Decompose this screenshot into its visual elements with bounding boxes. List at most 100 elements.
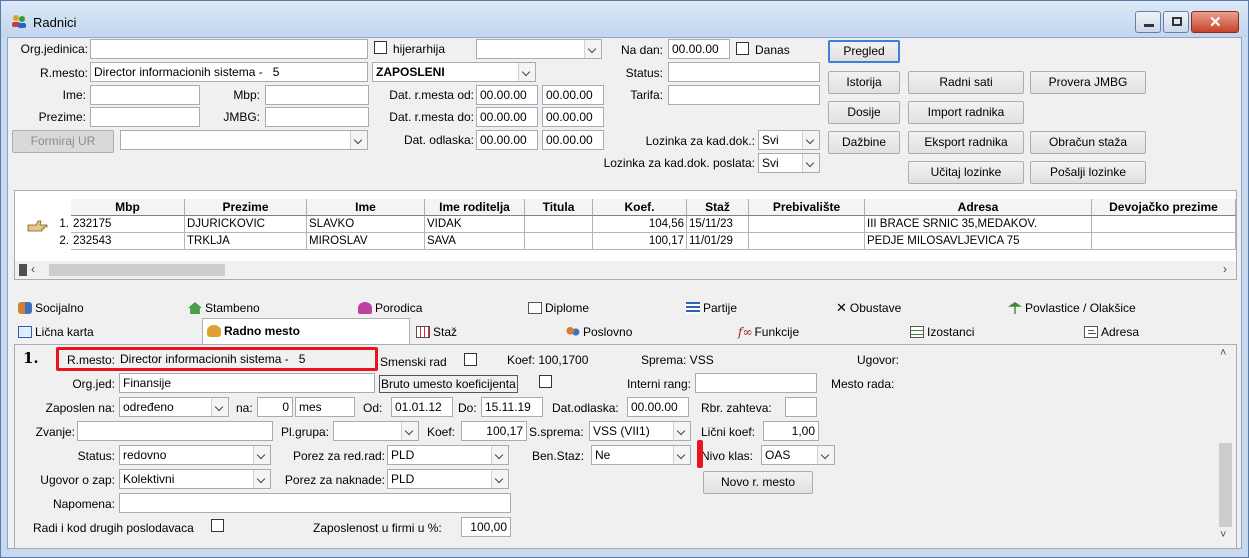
novo-rmesto-button[interactable]: Novo r. mesto [703, 471, 813, 494]
tab-partije[interactable]: Partije [682, 297, 828, 319]
radi-drugih-checkbox[interactable] [211, 519, 224, 532]
interni-rang-input[interactable] [695, 373, 817, 393]
eksport-radnika-button[interactable]: Eksport radnika [908, 131, 1024, 154]
org-jedinica-input[interactable] [90, 39, 368, 59]
prezime-input[interactable] [90, 107, 200, 127]
tab-izostanci[interactable]: Izostanci [906, 321, 1074, 343]
maximize-button[interactable] [1163, 11, 1189, 33]
radni-sati-button[interactable]: Radni sati [908, 71, 1024, 94]
dat-rmesta-do-to[interactable]: 00.00.00 [542, 107, 604, 127]
mbp-input[interactable] [265, 85, 369, 105]
hijerarhija-checkbox[interactable] [374, 41, 387, 54]
cell-ime-roditelja[interactable]: SAVA [425, 233, 525, 250]
col-header-koef[interactable]: Koef. [593, 199, 687, 216]
plgrupa-combo[interactable] [333, 421, 419, 441]
tab-socijalno[interactable]: Socijalno [14, 297, 180, 319]
cell-mbp[interactable]: 232543 [71, 233, 185, 250]
zaposlenost-input[interactable]: 100,00 [461, 517, 511, 537]
dat-odlaska-input[interactable]: 00.00.00 [627, 397, 689, 417]
cell-staz[interactable]: 11/01/29 [687, 233, 749, 250]
cell-titula[interactable] [525, 233, 593, 250]
cell-mbp[interactable]: 232175 [71, 216, 185, 233]
zaposlen-na-combo[interactable]: određeno [119, 397, 229, 417]
do-input[interactable]: 15.11.19 [481, 397, 543, 417]
ssprema-combo[interactable]: VSS (VII1) [589, 421, 691, 441]
cell-staz[interactable]: 15/11/23 [687, 216, 749, 233]
chevron-right-icon[interactable]: › [1223, 262, 1227, 276]
provera-jmbg-button[interactable]: Provera JMBG [1030, 71, 1146, 94]
smenski-rad-checkbox[interactable] [464, 353, 477, 366]
hijerarhija-combo[interactable] [476, 39, 602, 59]
horizontal-scrollbar[interactable]: ‹ › [15, 261, 1236, 279]
vertical-scrollbar[interactable]: ˄ ˅ [1217, 347, 1234, 546]
istorija-button[interactable]: Istorija [828, 71, 900, 94]
porez-naknade-combo[interactable]: PLD [387, 469, 509, 489]
col-header-adresa[interactable]: Adresa [865, 199, 1092, 216]
posalji-lozinke-button[interactable]: Pošalji lozinke [1030, 161, 1146, 184]
tab-povlastice[interactable]: Povlastice / Olakšice [1004, 297, 1204, 319]
koef-input[interactable]: 100,17 [461, 421, 527, 441]
tab-stambeno[interactable]: Stambeno [184, 297, 350, 319]
col-header-titula[interactable]: Titula [525, 199, 593, 216]
tab-poslovno[interactable]: Poslovno [562, 321, 730, 343]
danas-checkbox[interactable] [736, 42, 749, 55]
cell-devojacko[interactable] [1092, 216, 1236, 233]
col-header-prezime[interactable]: Prezime [185, 199, 307, 216]
dat-rmesta-od-from[interactable]: 00.00.00 [476, 85, 538, 105]
ucitaj-lozinke-button[interactable]: Učitaj lozinke [908, 161, 1024, 184]
col-header-ime[interactable]: Ime [307, 199, 425, 216]
cell-adresa[interactable]: III BRACE SRNIC 35,MEDAKOV. [865, 216, 1092, 233]
lozinka-poslata-combo[interactable]: Svi [758, 153, 820, 173]
dat-rmesta-do-from[interactable]: 00.00.00 [476, 107, 538, 127]
col-header-mbp[interactable]: Mbp [71, 199, 185, 216]
cell-adresa[interactable]: PEDJE MILOSAVLJEVICA 75 [865, 233, 1092, 250]
cell-koef[interactable]: 100,17 [593, 233, 687, 250]
chevron-left-icon[interactable]: ‹ [31, 262, 35, 276]
na-input[interactable]: 0 [257, 397, 293, 417]
tab-adresa[interactable]: Adresa [1080, 321, 1230, 343]
col-header-staz[interactable]: Staž [687, 199, 749, 216]
status-input[interactable] [668, 62, 820, 82]
tab-licna-karta[interactable]: Lična karta [14, 321, 200, 343]
scroll-thumb[interactable] [49, 264, 225, 276]
porez-zarad-combo[interactable]: PLD [387, 445, 509, 465]
cell-prebivaliste[interactable] [749, 216, 865, 233]
status-combo[interactable]: redovno [119, 445, 271, 465]
scroll-thumb[interactable] [1219, 443, 1232, 527]
pregled-button[interactable]: Pregled [828, 40, 900, 63]
formiraj-ur-button[interactable]: Formiraj UR [12, 130, 114, 153]
chevron-down-icon[interactable]: ˅ [1220, 529, 1226, 541]
chevron-up-icon[interactable]: ˄ [1220, 347, 1226, 359]
cell-ime[interactable]: SLAVKO [307, 216, 425, 233]
import-radnika-button[interactable]: Import radnika [908, 101, 1024, 124]
cell-prezime[interactable]: TRKLJA [185, 233, 307, 250]
dosije-button[interactable]: Dosije [828, 101, 900, 124]
cell-prebivaliste[interactable] [749, 233, 865, 250]
tab-funkcije[interactable]: f∞ Funkcije [734, 321, 902, 343]
cell-titula[interactable] [525, 216, 593, 233]
nivo-klas-combo[interactable]: OAS [761, 445, 835, 465]
zaposleni-combo[interactable]: ZAPOSLENI [372, 62, 536, 82]
jmbg-input[interactable] [265, 107, 369, 127]
cell-koef[interactable]: 104,56 [593, 216, 687, 233]
col-header-devojacko[interactable]: Devojačko prezime [1092, 199, 1236, 216]
col-header-ime-roditelja[interactable]: Ime roditelja [425, 199, 525, 216]
cell-prezime[interactable]: DJURICKOVIC [185, 216, 307, 233]
od-input[interactable]: 01.01.12 [391, 397, 453, 417]
dat-odlaska-from[interactable]: 00.00.00 [476, 130, 538, 150]
cell-devojacko[interactable] [1092, 233, 1236, 250]
close-button[interactable]: ✕ [1191, 11, 1239, 33]
bruto-checkbox[interactable] [539, 375, 552, 388]
tab-staz[interactable]: Staž [412, 321, 556, 343]
tab-radno-mesto[interactable]: Radno mesto [202, 318, 410, 344]
minimize-button[interactable] [1135, 11, 1161, 33]
tarifa-input[interactable] [668, 85, 820, 105]
napomena-input[interactable] [119, 493, 511, 513]
col-header-prebivaliste[interactable]: Prebivalište [749, 199, 865, 216]
licni-koef-input[interactable]: 1,00 [763, 421, 819, 441]
rbr-zahteva-input[interactable] [785, 397, 817, 417]
lozinka-combo[interactable]: Svi [758, 130, 820, 150]
formiraj-combo[interactable] [120, 130, 368, 150]
obracun-staza-button[interactable]: Obračun staža [1030, 131, 1146, 154]
benstaz-combo[interactable]: Ne [591, 445, 691, 465]
